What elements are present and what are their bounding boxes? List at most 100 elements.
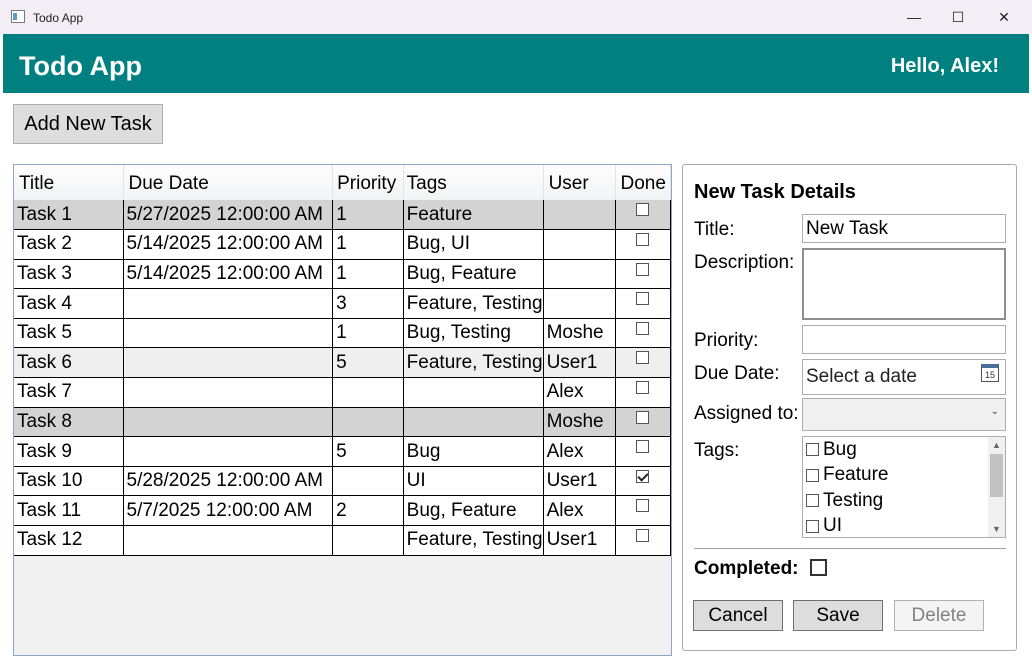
priority-input[interactable] (802, 325, 1006, 354)
done-checkbox[interactable] (636, 499, 650, 513)
cell-user (543, 229, 616, 260)
tag-checkbox[interactable] (806, 519, 819, 533)
column-header-title[interactable]: Title (14, 165, 124, 200)
cell-tags: Feature, Testing (403, 347, 544, 379)
tag-item[interactable]: Bug (803, 437, 1005, 463)
cell-priority: 3 (332, 288, 404, 319)
scroll-down-icon[interactable]: ▼ (988, 521, 1005, 537)
cell-priority: 1 (332, 229, 404, 260)
divider (694, 548, 1006, 549)
maximize-button[interactable]: ☐ (935, 0, 981, 34)
column-header-due-date[interactable]: Due Date (123, 165, 334, 200)
cell-user: Alex (543, 377, 616, 408)
cell-title: Task 6 (14, 347, 124, 379)
column-header-done[interactable]: Done (615, 165, 671, 200)
column-header-tags[interactable]: Tags (403, 165, 544, 200)
cell-user: Moshe (543, 407, 616, 438)
user-greeting: Hello, Alex! (890, 55, 999, 77)
cell-priority: 2 (332, 495, 404, 527)
tag-item[interactable]: Feature (803, 463, 1005, 489)
save-button[interactable]: Save (793, 600, 883, 631)
cell-done (615, 259, 671, 290)
cell-due-date (123, 436, 334, 467)
cell-due-date (123, 525, 334, 556)
cell-tags: Feature (403, 200, 544, 231)
cell-done (615, 436, 671, 467)
table-row[interactable]: Task 6 5 Feature, Testing User1 (14, 347, 671, 379)
tag-label: Feature (823, 464, 889, 486)
tag-item[interactable]: Testing (803, 488, 1005, 514)
cell-due-date: 5/27/2025 12:00:00 AM (123, 200, 334, 231)
table-row[interactable]: Task 12 Feature, Testing User1 (14, 525, 671, 556)
done-checkbox[interactable] (636, 469, 650, 483)
tag-label: Bug (823, 438, 857, 460)
cell-due-date (123, 377, 334, 408)
add-new-task-button[interactable]: Add New Task (13, 104, 163, 144)
column-header-user[interactable]: User (543, 165, 616, 200)
cell-title: Task 2 (14, 229, 124, 260)
delete-button[interactable]: Delete (894, 600, 984, 631)
tags-listbox[interactable]: Bug Feature Testing UI ▲ ▼ (802, 436, 1006, 538)
table-row[interactable]: Task 11 5/7/2025 12:00:00 AM 2 Bug, Feature… (14, 495, 671, 527)
window-title: Todo App (33, 11, 84, 25)
table-row[interactable]: Task 8 Moshe (14, 407, 671, 438)
done-checkbox[interactable] (636, 203, 650, 216)
done-checkbox[interactable] (636, 233, 650, 247)
cell-due-date (123, 288, 334, 319)
app-header: Todo App Hello, Alex! (3, 34, 1029, 93)
table-row[interactable]: Task 9 5 Bug Alex (14, 436, 671, 467)
cancel-button[interactable]: Cancel (693, 600, 783, 631)
done-checkbox[interactable] (636, 440, 650, 454)
cell-tags (403, 407, 544, 438)
cell-priority: 5 (332, 436, 404, 467)
task-details-panel: New Task Details Title: Description: Pri… (682, 164, 1017, 651)
done-checkbox[interactable] (636, 381, 650, 395)
completed-label: Completed: (694, 558, 799, 579)
scrollbar-thumb[interactable] (990, 454, 1003, 497)
table-row[interactable]: Task 3 5/14/2025 12:00:00 AM 1 Bug, Feature (14, 259, 671, 290)
done-checkbox[interactable] (636, 262, 650, 276)
task-grid[interactable]: Title Due Date Priority Tags User Done T… (13, 164, 672, 656)
cell-title: Task 10 (14, 466, 124, 497)
table-row[interactable]: Task 2 5/14/2025 12:00:00 AM 1 Bug, UI (14, 229, 671, 260)
column-header-priority[interactable]: Priority (332, 165, 404, 200)
tag-item[interactable]: UI (803, 514, 1005, 538)
cell-due-date: 5/7/2025 12:00:00 AM (123, 495, 334, 527)
cell-priority (332, 377, 404, 408)
done-checkbox[interactable] (636, 410, 650, 424)
table-row[interactable]: Task 4 3 Feature, Testing (14, 288, 671, 319)
completed-checkbox[interactable] (810, 559, 827, 576)
cell-done (615, 318, 671, 349)
chevron-down-icon: ⌄ (990, 406, 999, 417)
table-row[interactable]: Task 5 1 Bug, Testing Moshe (14, 318, 671, 349)
cell-done (615, 377, 671, 408)
done-checkbox[interactable] (636, 351, 650, 365)
cell-done (615, 347, 671, 379)
cell-done (615, 229, 671, 260)
cell-title: Task 7 (14, 377, 124, 408)
due-date-picker[interactable]: Select a date 15 (802, 359, 1006, 395)
done-checkbox[interactable] (636, 529, 650, 543)
tag-checkbox[interactable] (806, 468, 819, 482)
description-input[interactable] (802, 248, 1006, 320)
assigned-to-combobox[interactable]: ⌄ (802, 398, 1006, 431)
minimize-button[interactable]: — (891, 0, 937, 34)
table-row[interactable]: Task 10 5/28/2025 12:00:00 AM UI User1 (14, 466, 671, 497)
cell-title: Task 9 (14, 436, 124, 467)
cell-title: Task 4 (14, 288, 124, 319)
cell-tags: Bug (403, 436, 544, 467)
tag-checkbox[interactable] (806, 494, 819, 508)
cell-priority (332, 525, 404, 556)
tags-scrollbar[interactable]: ▲ ▼ (988, 437, 1005, 537)
cell-tags: Bug, UI (403, 229, 544, 260)
scroll-up-icon[interactable]: ▲ (988, 437, 1005, 453)
done-checkbox[interactable] (636, 321, 650, 335)
cell-user: User1 (543, 466, 616, 497)
title-input[interactable] (802, 214, 1006, 243)
table-row[interactable]: Task 1 5/27/2025 12:00:00 AM 1 Feature (14, 200, 671, 231)
tag-checkbox[interactable] (806, 443, 819, 457)
table-row[interactable]: Task 7 Alex (14, 377, 671, 408)
close-button[interactable]: ✕ (981, 0, 1027, 34)
done-checkbox[interactable] (636, 292, 650, 306)
calendar-icon[interactable]: 15 (981, 364, 999, 382)
